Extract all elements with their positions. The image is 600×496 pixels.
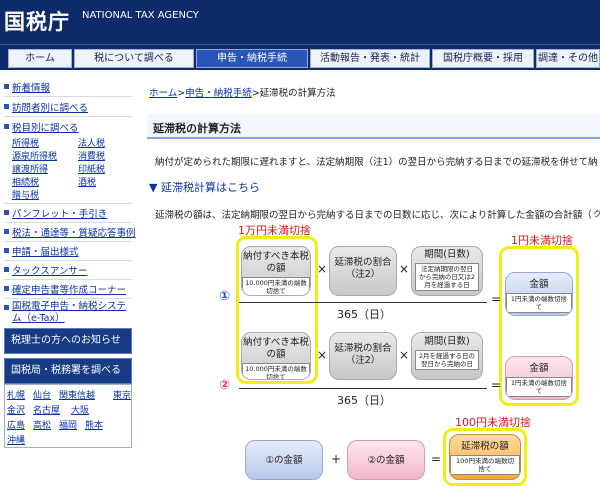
breadcrumb-procedures[interactable]: 申告・納税手続: [185, 88, 252, 99]
fraction-line-1: [239, 302, 487, 303]
equals-operator: =: [491, 378, 502, 392]
equals-operator: =: [491, 292, 502, 306]
rate-2: 延滞税の割合 （注2）: [329, 332, 397, 380]
sidebar-tax-inheritance[interactable]: 相続税: [12, 175, 39, 188]
result-amount-1: 金額 1円未満の端数切捨て: [505, 272, 573, 316]
calc-link[interactable]: ▼ 延滞税計算はこちら: [149, 179, 260, 195]
sidebar-link-law[interactable]: 税法・通達等・質疑応答事例: [12, 225, 136, 239]
region-hiroshima[interactable]: 広島: [7, 418, 25, 431]
bullet-icon: [4, 124, 9, 129]
intro-text: 納付が定められた期限に遅れますと、法定納期限（注1）の翌日から完納する日までの延…: [155, 157, 598, 168]
gnav-about[interactable]: 国税庁概要・採用: [432, 49, 534, 68]
principal-amount-1: 納付すべき本税の額 10,000円未満の端数切捨て: [241, 246, 311, 296]
times-operator: ×: [399, 262, 410, 276]
sidebar-tax-corporate[interactable]: 法人税: [78, 136, 105, 149]
sidebar-link-forms[interactable]: 申請・届出様式: [12, 244, 79, 258]
sidebar: 新着情報 訪問者別に調べる 税目別に調べる 所得税 法人税 源泉所得税 消費税 …: [0, 76, 136, 496]
marker-1: ①: [219, 289, 231, 304]
times-operator: ×: [399, 348, 410, 362]
sidebar-link-by-tax[interactable]: 税目別に調べる: [12, 120, 79, 134]
gnav-reports[interactable]: 活動報告・発表・統計: [310, 49, 430, 68]
main-content: ホーム>申告・納税手続>延滞税の計算方法 延滞税の計算方法 納付が定められた期限…: [141, 76, 600, 496]
page-title: 延滞税の計算方法: [153, 122, 241, 135]
region-osaka[interactable]: 大阪: [71, 403, 89, 416]
gnav-tax-info[interactable]: 税について調べる: [74, 49, 194, 68]
days-365-1: 365（日）: [337, 308, 391, 321]
region-kanazawa[interactable]: 金沢: [7, 403, 25, 416]
region-okinawa[interactable]: 沖縄: [7, 433, 25, 446]
sidebar-tax-liquor[interactable]: 酒税: [78, 175, 96, 188]
tax-accountant-notice-button[interactable]: 税理士の方へのお知らせ: [4, 328, 132, 354]
period-2: 期間(日数) 2月を経過する日の翌日から完納の日: [411, 332, 483, 380]
region-kanto-shinetsu[interactable]: 関東信越: [59, 388, 95, 401]
bullet-icon: [4, 248, 9, 253]
sum-amount-2: ②の金額: [347, 440, 425, 480]
bullet-icon: [4, 267, 9, 272]
period-1: 期間(日数) 法定納期限の翌日から完納の日又は2月を経過する日: [411, 246, 483, 296]
global-nav: ホーム 税について調べる 申告・納税手続 活動報告・発表・統計 国税庁概要・採用…: [0, 44, 600, 70]
region-list: 札幌 仙台 関東信越 東京 金沢 名古屋 大阪 広島 高松 福岡 熊本 沖縄: [4, 384, 132, 448]
days-365-2: 365（日）: [337, 394, 391, 407]
sidebar-tax-consumption[interactable]: 消費税: [78, 149, 105, 162]
bullet-icon: [4, 286, 9, 291]
result-amount-2: 金額 1円未満の端数切捨て: [505, 356, 573, 400]
divider: [4, 279, 132, 280]
divider: [4, 222, 132, 223]
bullet-icon: [4, 84, 9, 89]
fraction-line-2: [239, 388, 487, 389]
principal-amount-2: 納付すべき本税の額 10,000円未満の端数切捨て: [241, 332, 311, 380]
divider: [4, 116, 132, 117]
gnav-home[interactable]: ホーム: [8, 49, 72, 68]
gnav-procedures[interactable]: 申告・納税手続: [196, 49, 308, 68]
delinquent-tax-amount: 延滞税の額 100円未満の端数切捨て: [449, 434, 521, 480]
times-operator: ×: [317, 348, 328, 362]
breadcrumb: ホーム>申告・納税手続>延滞税の計算方法: [149, 85, 336, 99]
breadcrumb-separator: >: [251, 88, 260, 99]
plus-operator: +: [331, 452, 342, 466]
sidebar-tax-withholding[interactable]: 源泉所得税: [12, 149, 57, 162]
sidebar-link-filing-corner[interactable]: 確定申告書等作成コーナー: [12, 282, 126, 296]
sidebar-tax-stamp[interactable]: 印紙税: [78, 162, 105, 175]
region-kumamoto[interactable]: 熊本: [85, 418, 103, 431]
bullet-icon: [4, 104, 9, 109]
divider: [4, 203, 132, 204]
sum-amount-1: ①の金額: [245, 440, 323, 480]
marker-2: ②: [219, 378, 231, 393]
bullet-icon: [4, 305, 9, 310]
sidebar-link-news[interactable]: 新着情報: [12, 80, 50, 94]
gnav-other[interactable]: 調達・その他: [536, 49, 600, 68]
sidebar-link-etax[interactable]: 国税電子申告・納税システム（e-Tax）: [12, 301, 130, 325]
region-sapporo[interactable]: 札幌: [7, 388, 25, 401]
description-text: 延滞税の額は、法定納期限の翌日から完納する日までの日数に応じ、次により計算した金…: [155, 210, 592, 221]
sidebar-link-pamphlet[interactable]: パンフレット・手引き: [12, 206, 107, 220]
breadcrumb-current: 延滞税の計算方法: [259, 88, 336, 99]
region-sendai[interactable]: 仙台: [33, 388, 51, 401]
region-fukuoka[interactable]: 福岡: [59, 418, 77, 431]
sidebar-link-taxanswer[interactable]: タックスアンサー: [12, 263, 87, 277]
breadcrumb-separator: >: [177, 88, 186, 99]
sidebar-tax-transfer[interactable]: 譲渡所得: [12, 162, 48, 175]
find-office-header: 国税局・税務署を調べる: [4, 358, 132, 384]
site-logo[interactable]: 国税庁: [4, 6, 70, 36]
bullet-icon: [4, 210, 9, 215]
region-takamatsu[interactable]: 高松: [33, 418, 51, 431]
divider: [4, 96, 132, 97]
truncated-text: ク: [593, 210, 600, 220]
title-bar: 延滞税の計算方法: [147, 114, 600, 139]
rate-1: 延滞税の割合 （注2）: [329, 246, 397, 296]
equals-operator: =: [431, 452, 442, 466]
bullet-icon: [4, 229, 9, 234]
region-nagoya[interactable]: 名古屋: [33, 403, 60, 416]
breadcrumb-home[interactable]: ホーム: [149, 88, 177, 99]
divider: [4, 260, 132, 261]
sidebar-link-visitor[interactable]: 訪問者別に調べる: [12, 100, 88, 114]
times-operator: ×: [317, 262, 328, 276]
region-tokyo[interactable]: 東京: [113, 388, 131, 401]
divider: [4, 241, 132, 242]
site-header: 国税庁 NATIONAL TAX AGENCY: [0, 0, 600, 44]
agency-name: NATIONAL TAX AGENCY: [82, 10, 199, 21]
sidebar-tax-income[interactable]: 所得税: [12, 136, 39, 149]
divider: [4, 298, 132, 299]
sidebar-tax-gift[interactable]: 贈与税: [12, 188, 39, 201]
